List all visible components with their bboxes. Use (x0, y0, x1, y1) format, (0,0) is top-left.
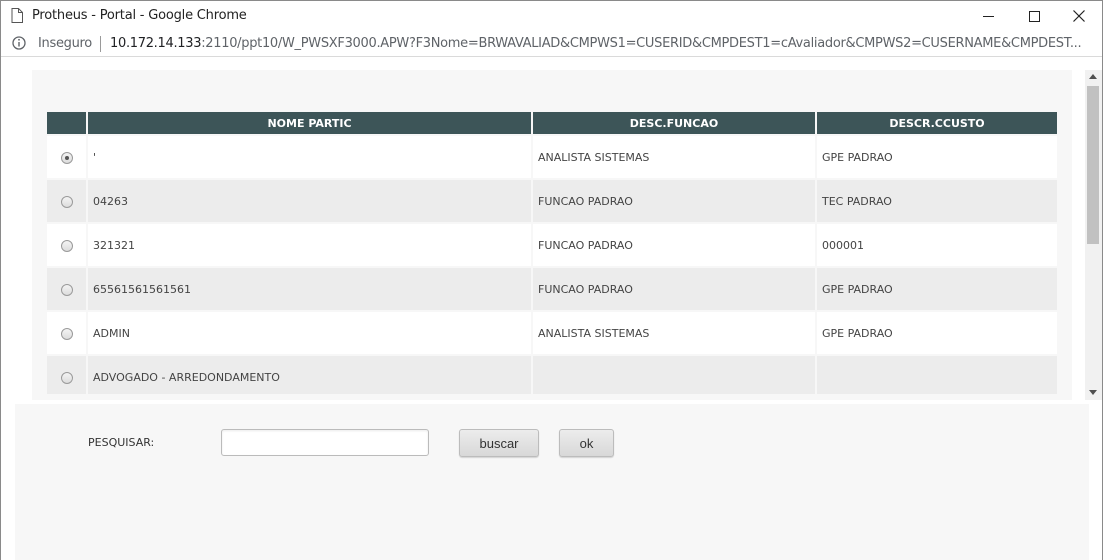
results-table: NOME PARTIC DESC.FUNCAO DESCR.CCUSTO ' A… (47, 112, 1057, 394)
search-panel: PESQUISAR: buscar ok (15, 404, 1089, 560)
column-header-descr-ccusto[interactable]: DESCR.CCUSTO (817, 112, 1057, 134)
cell-descr-ccusto[interactable]: TEC PADRAO (817, 180, 1057, 222)
minimize-button[interactable] (965, 1, 1011, 31)
cell-nome-partic[interactable]: ADVOGADO - ARREDONDAMENTO (88, 356, 531, 394)
table-row[interactable]: ' ANALISTA SISTEMAS GPE PADRAO (47, 136, 1057, 178)
cell-desc-funcao[interactable]: ANALISTA SISTEMAS (533, 136, 815, 178)
cell-nome-partic[interactable]: 04263 (88, 180, 531, 222)
url-text[interactable]: 10.172.14.133:2110/ppt10/W_PWSXF3000.APW… (110, 36, 1090, 51)
table-row[interactable]: ADVOGADO - ARREDONDAMENTO (47, 356, 1057, 394)
cell-descr-ccusto[interactable]: GPE PADRAO (817, 268, 1057, 310)
cell-descr-ccusto[interactable] (817, 356, 1057, 394)
page-icon (11, 8, 23, 23)
row-select-cell[interactable] (47, 312, 86, 354)
row-radio[interactable] (60, 195, 73, 208)
search-input[interactable] (221, 429, 429, 456)
info-icon[interactable] (12, 36, 26, 50)
cell-descr-ccusto[interactable]: GPE PADRAO (817, 312, 1057, 354)
cell-nome-partic[interactable]: 321321 (88, 224, 531, 266)
cell-desc-funcao[interactable] (533, 356, 815, 394)
buscar-button[interactable]: buscar (459, 429, 539, 457)
row-select-cell[interactable] (47, 224, 86, 266)
cell-nome-partic[interactable]: 65561561561561 (88, 268, 531, 310)
row-select-cell[interactable] (47, 356, 86, 394)
cell-desc-funcao[interactable]: FUNCAO PADRAO (533, 224, 815, 266)
table-row[interactable]: 04263 FUNCAO PADRAO TEC PADRAO (47, 180, 1057, 222)
row-radio[interactable] (60, 151, 73, 164)
column-header-desc-funcao[interactable]: DESC.FUNCAO (533, 112, 815, 134)
browser-window: Protheus - Portal - Google Chrome Insegu… (0, 0, 1103, 560)
url-host: 10.172.14.133 (110, 36, 202, 51)
url-path: :2110/ppt10/W_PWSXF3000.APW?F3Nome=BRWAV… (201, 36, 1082, 51)
close-button[interactable] (1056, 1, 1102, 31)
vertical-scrollbar[interactable] (1085, 70, 1102, 400)
column-header-select (47, 112, 86, 134)
cell-nome-partic[interactable]: ADMIN (88, 312, 531, 354)
table-row[interactable]: 65561561561561 FUNCAO PADRAO GPE PADRAO (47, 268, 1057, 310)
cell-desc-funcao[interactable]: FUNCAO PADRAO (533, 180, 815, 222)
column-header-nome-partic[interactable]: NOME PARTIC (88, 112, 531, 134)
cell-descr-ccusto[interactable]: 000001 (817, 224, 1057, 266)
window-title: Protheus - Portal - Google Chrome (32, 8, 247, 23)
row-radio[interactable] (60, 327, 73, 340)
scrollbar-thumb[interactable] (1087, 86, 1099, 244)
search-label: PESQUISAR: (88, 436, 155, 449)
security-label[interactable]: Inseguro (38, 36, 92, 51)
address-bar[interactable]: Inseguro 10.172.14.133:2110/ppt10/W_PWSX… (1, 31, 1102, 57)
row-radio[interactable] (60, 283, 73, 296)
table-row[interactable]: ADMIN ANALISTA SISTEMAS GPE PADRAO (47, 312, 1057, 354)
cell-desc-funcao[interactable]: FUNCAO PADRAO (533, 268, 815, 310)
table-header-row: NOME PARTIC DESC.FUNCAO DESCR.CCUSTO (47, 112, 1057, 134)
page-content: NOME PARTIC DESC.FUNCAO DESCR.CCUSTO ' A… (1, 58, 1102, 560)
address-separator (100, 36, 101, 52)
ok-button[interactable]: ok (559, 429, 614, 457)
row-radio[interactable] (60, 371, 73, 384)
scroll-up-icon[interactable] (1089, 74, 1097, 79)
cell-desc-funcao[interactable]: ANALISTA SISTEMAS (533, 312, 815, 354)
row-select-cell[interactable] (47, 268, 86, 310)
table-row[interactable]: 321321 FUNCAO PADRAO 000001 (47, 224, 1057, 266)
row-select-cell[interactable] (47, 180, 86, 222)
maximize-button[interactable] (1011, 1, 1057, 31)
cell-nome-partic[interactable]: ' (88, 136, 531, 178)
row-select-cell[interactable] (47, 136, 86, 178)
close-icon (1073, 10, 1085, 22)
cell-descr-ccusto[interactable]: GPE PADRAO (817, 136, 1057, 178)
scroll-down-icon[interactable] (1089, 390, 1097, 395)
title-bar: Protheus - Portal - Google Chrome (1, 1, 1102, 31)
minimize-icon (982, 15, 994, 17)
results-grid: NOME PARTIC DESC.FUNCAO DESCR.CCUSTO ' A… (47, 112, 1057, 394)
maximize-icon (1028, 10, 1040, 22)
row-radio[interactable] (60, 239, 73, 252)
